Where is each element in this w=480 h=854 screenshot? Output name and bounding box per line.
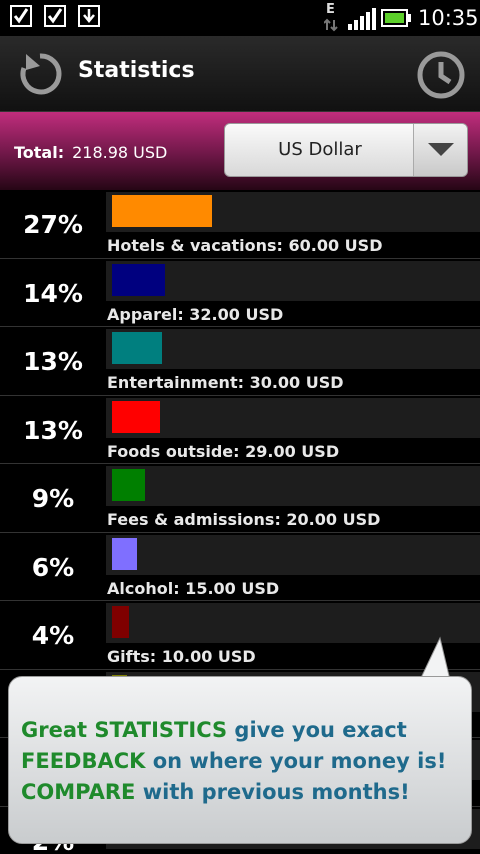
summary-bar: Total: 218.98 USD US Dollar	[0, 112, 480, 190]
refresh-icon[interactable]	[16, 50, 64, 98]
clock-icon[interactable]	[416, 50, 466, 100]
checkbox-icon	[10, 5, 32, 27]
category-percent: 27%	[23, 210, 83, 239]
list-item[interactable]: 13% Foods outside: 29.00 USD	[0, 395, 480, 464]
signal-icon	[348, 8, 376, 30]
status-time: 10:35	[418, 6, 479, 30]
category-bar	[112, 606, 129, 638]
chevron-down-icon	[428, 143, 454, 156]
network-type-label: E	[326, 2, 335, 17]
tooltip-line: with previous months!	[135, 780, 410, 804]
tooltip-tail	[419, 636, 451, 680]
tooltip-bubble[interactable]: Great STATISTICS give you exact FEEDBACK…	[8, 676, 472, 844]
list-item[interactable]: 9% Fees & admissions: 20.00 USD	[0, 464, 480, 533]
category-percent: 9%	[31, 484, 75, 513]
category-label: Foods outside: 29.00 USD	[107, 441, 340, 461]
category-label: Entertainment: 30.00 USD	[107, 373, 344, 392]
category-label: Alcohol: 15.00 USD	[107, 578, 280, 598]
category-label: Fees & admissions: 20.00 USD	[107, 510, 381, 529]
category-bar	[112, 332, 162, 364]
bar-track	[106, 329, 480, 369]
tooltip-highlight: Great STATISTICS	[21, 718, 228, 742]
currency-dropdown-button[interactable]	[413, 124, 467, 176]
tooltip-highlight: COMPARE	[21, 780, 136, 804]
battery-icon	[381, 9, 411, 27]
tooltip-text: Great STATISTICS give you exact FEEDBACK…	[21, 715, 469, 808]
category-percent: 13%	[23, 415, 83, 445]
category-bar	[112, 195, 212, 227]
category-label: Apparel: 32.00 USD	[107, 304, 284, 324]
category-percent: 4%	[31, 621, 75, 650]
category-percent: 13%	[23, 347, 83, 376]
download-icon	[78, 5, 100, 27]
bar-track	[106, 534, 480, 575]
status-bar: E 10:35	[0, 0, 480, 36]
total-value: 218.98 USD	[72, 143, 168, 162]
bar-track	[106, 397, 480, 438]
tooltip-line: give you exact	[227, 718, 407, 742]
category-percent: 6%	[31, 552, 75, 582]
checkbox-icon	[44, 5, 66, 27]
page-title: Statistics	[78, 58, 195, 83]
category-bar	[112, 263, 165, 296]
list-item[interactable]: 27% Hotels & vacations: 60.00 USD	[0, 190, 480, 259]
category-label: Hotels & vacations: 60.00 USD	[107, 236, 383, 255]
category-bar	[112, 400, 160, 433]
total-summary: Total: 218.98 USD	[14, 143, 167, 162]
list-item[interactable]: 13% Entertainment: 30.00 USD	[0, 327, 480, 396]
data-activity-icon	[324, 18, 338, 32]
list-item[interactable]: 6% Alcohol: 15.00 USD	[0, 532, 480, 601]
app-header: Statistics	[0, 36, 480, 112]
list-item[interactable]: 4% Gifts: 10.00 USD	[0, 601, 480, 670]
tooltip-line: on where your money is!	[145, 749, 447, 773]
category-bar	[112, 537, 137, 570]
currency-select[interactable]: US Dollar	[224, 123, 468, 177]
category-bar	[112, 469, 145, 501]
currency-value: US Dollar	[278, 139, 362, 160]
total-label: Total:	[14, 143, 65, 162]
list-item[interactable]: 14% Apparel: 32.00 USD	[0, 258, 480, 327]
category-label: Gifts: 10.00 USD	[107, 647, 256, 666]
bar-track	[106, 466, 480, 506]
category-percent: 14%	[23, 278, 83, 308]
tooltip-highlight: FEEDBACK	[21, 749, 146, 773]
